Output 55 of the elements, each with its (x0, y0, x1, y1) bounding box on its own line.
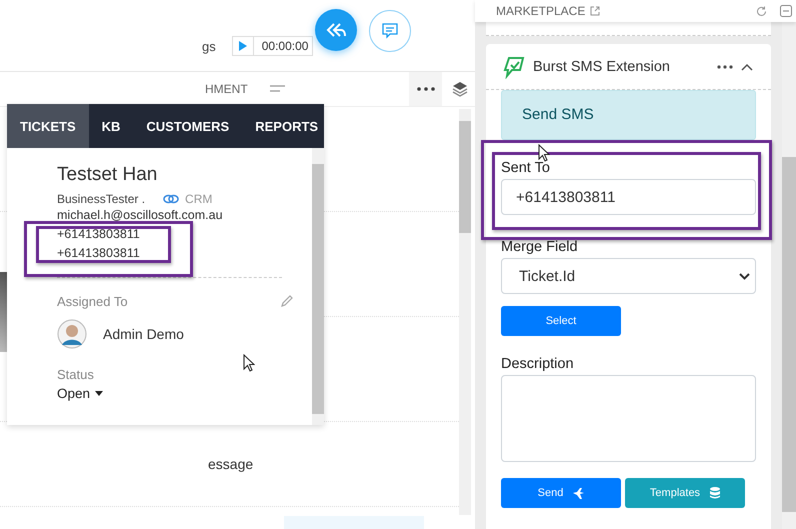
layers-icon[interactable] (452, 81, 468, 97)
reply-all-button[interactable] (315, 9, 358, 51)
nav-tab[interactable]: KB (88, 104, 134, 148)
pencil-icon[interactable] (280, 294, 294, 308)
database-icon (710, 487, 720, 499)
marketplace-title: MARKETPLACE (496, 4, 586, 18)
reply-all-icon (325, 22, 348, 38)
external-link-icon[interactable] (590, 6, 600, 16)
merge-field-label: Merge Field (501, 239, 579, 255)
action-button[interactable]: Send (501, 478, 621, 508)
sort-icon[interactable] (270, 85, 286, 93)
more-icon (416, 87, 434, 91)
nav-tab[interactable]: CUSTOMERS (133, 104, 242, 148)
more-button[interactable] (409, 72, 442, 106)
scrollbar[interactable] (459, 109, 471, 515)
tab-fragment[interactable]: HMENT (205, 82, 248, 96)
description-field[interactable] (501, 375, 756, 462)
merge-field-dropdown[interactable]: Ticket.Id (501, 258, 756, 294)
cursor-icon (243, 354, 255, 372)
select-button[interactable]: Select (501, 306, 621, 336)
chat-bubbles-icon (503, 54, 525, 78)
plane-icon (573, 488, 584, 498)
comment-button[interactable] (369, 10, 412, 52)
chevron-down-icon (739, 272, 750, 280)
description-label: Description (501, 356, 575, 372)
chevron-icon[interactable] (741, 62, 753, 70)
nav-tab[interactable]: REPORTS (242, 104, 332, 148)
assignee-name: Admin Demo (103, 326, 184, 342)
play-icon[interactable] (238, 41, 247, 51)
refresh-icon[interactable] (756, 6, 767, 16)
scrollbar[interactable] (312, 148, 324, 425)
link-icon[interactable] (163, 194, 180, 204)
cursor-icon (538, 144, 550, 162)
sent-to-label: Sent To (501, 160, 551, 176)
company-name: BusinessTester . (57, 192, 146, 206)
scrollbar[interactable] (782, 22, 796, 529)
collapse-icon[interactable] (780, 5, 792, 17)
caret-icon (95, 391, 104, 396)
status-label: Status (57, 367, 95, 382)
assigned-label: Assigned To (57, 294, 128, 309)
sent-to-field[interactable]: +61413803811 (501, 179, 756, 215)
nav-tab[interactable]: TICKETS (7, 104, 89, 148)
more-icon[interactable] (717, 64, 733, 68)
contact-phone: +61413803811 (57, 226, 141, 243)
send-sms-banner[interactable]: Send SMS (501, 90, 756, 140)
extension-title: Burst SMS Extension (533, 58, 670, 74)
contact-email: michael.h@oscillosoft.com.au (57, 207, 224, 224)
contact-phone: +61413803811 (57, 245, 141, 262)
contact-name: Testset Han (57, 164, 158, 186)
status-dropdown[interactable]: Open (57, 386, 104, 401)
message-fragment: essage (208, 456, 254, 472)
call-timer[interactable]: 00:00:00 (232, 36, 314, 56)
label-fragment: gs (202, 39, 216, 54)
avatar-icon (57, 319, 87, 349)
comment-icon (382, 23, 398, 39)
